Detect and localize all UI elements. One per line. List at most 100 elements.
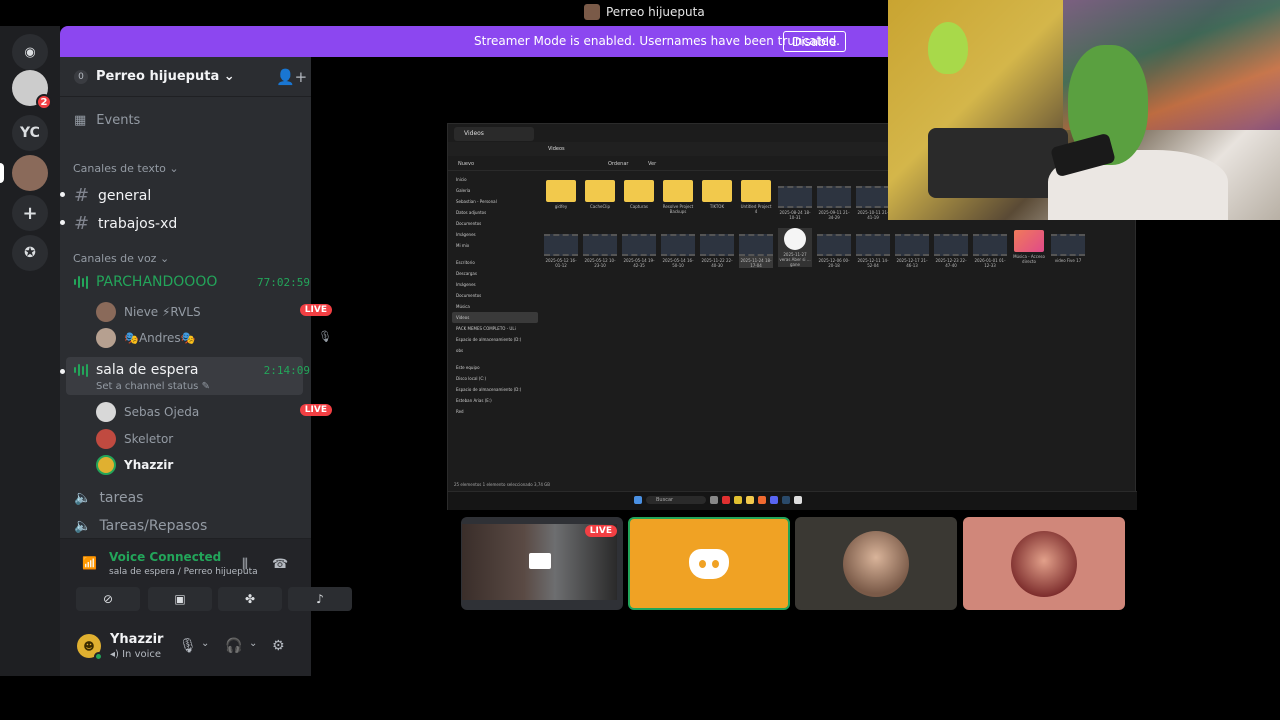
sidebar-item[interactable]: Imágenes	[452, 279, 538, 290]
participant-tile[interactable]	[963, 517, 1125, 610]
headphones-icon[interactable]: 🎧	[225, 638, 242, 654]
video-tile[interactable]: video Five 17	[1051, 234, 1085, 263]
video-tile[interactable]: 2025-10-11 21-41-19	[856, 186, 890, 220]
explorer-icon[interactable]	[746, 496, 754, 504]
video-tile-selected[interactable]: 2025-11-24 18-17-04	[739, 234, 773, 268]
channel-status[interactable]: Set a channel status ✎	[96, 381, 347, 392]
discover-button[interactable]: ✪	[12, 235, 48, 271]
sidebar-item[interactable]: Espacio de almacenamiento (D:)	[452, 334, 538, 345]
sidebar-item[interactable]: Videos	[452, 312, 538, 323]
sidebar-item[interactable]: Escritorio	[452, 257, 538, 268]
server-current[interactable]	[0, 155, 48, 191]
video-tile[interactable]: 2025-09-11 21-34-29	[817, 186, 851, 220]
new-button[interactable]: Nuevo	[458, 161, 474, 167]
video-tile[interactable]: 2026-01-01 01-12-33	[973, 234, 1007, 268]
video-tile[interactable]: 2025-12-06 00-20-18	[817, 234, 851, 268]
sidebar-item[interactable]: Documentos	[452, 218, 538, 229]
user-name[interactable]: Yhazzir	[110, 632, 163, 647]
voice-channel-sala-de-espera[interactable]: sala de espera 2:14:09	[60, 362, 325, 378]
voice-channel-tareas-repasos[interactable]: 🔈 Tareas/Repasos	[74, 518, 325, 534]
sidebar-item[interactable]: Este equipo	[452, 362, 538, 373]
sidebar-item[interactable]: Imágenes	[452, 229, 538, 240]
voice-channel-tareas[interactable]: 🔈 tareas	[74, 490, 325, 506]
chrome-icon[interactable]	[734, 496, 742, 504]
sidebar-item[interactable]: Espacio de almacenamiento (D:)	[452, 384, 538, 395]
guild-header[interactable]: 0 Perreo hijueputa ⌄ 👤+	[60, 57, 311, 97]
video-tile[interactable]: 2025-12-23 22-47-40	[934, 234, 968, 268]
sidebar-item[interactable]: obs	[452, 345, 538, 356]
dm-avatar-button[interactable]: 2	[12, 70, 52, 110]
activities-button[interactable]: ✤	[218, 587, 282, 611]
taskbar-search[interactable]: Buscar	[646, 496, 706, 504]
events-link[interactable]: ▦ Events	[74, 113, 325, 128]
brave-icon[interactable]	[758, 496, 766, 504]
camera-off-button[interactable]: ⊘	[76, 587, 140, 611]
folder-tile[interactable]: TIKTOK	[700, 180, 734, 209]
voice-user[interactable]: Yhazzir	[96, 455, 347, 475]
voice-user[interactable]: Skeletor	[96, 429, 347, 449]
steam-icon[interactable]	[782, 496, 790, 504]
video-tile[interactable]: 2025-11-27 veras Aber si ... gane	[778, 228, 812, 267]
folder-tile[interactable]: gidfey	[544, 180, 578, 209]
category-voice[interactable]: Canales de voz ⌄	[73, 252, 324, 265]
explorer-tab[interactable]: Videos	[454, 127, 534, 141]
folder-tile[interactable]: Capturas	[622, 180, 656, 209]
video-tile[interactable]: 2025-08-24 18-10-31	[778, 186, 812, 220]
folder-tile[interactable]: Untitled Project 4	[739, 180, 773, 214]
video-tile[interactable]: 2025-12-17 21-46-13	[895, 234, 929, 268]
microphone-icon[interactable]: 🎙	[179, 638, 197, 654]
voice-location[interactable]: sala de espera / Perreo hijueputa	[109, 567, 258, 577]
server-yc[interactable]: YC	[12, 115, 48, 151]
channel-trabajos-xd[interactable]: # trabajos-xd	[60, 213, 325, 234]
voice-channel-parchandoooo[interactable]: PARCHANDOOOO 77:02:59	[74, 274, 325, 290]
video-tile[interactable]: 2025-05-12 16-01-12	[544, 234, 578, 268]
voice-status[interactable]: Voice Connected	[109, 550, 221, 564]
video-tile[interactable]: 2025-11-22 22-40-30	[700, 234, 734, 268]
share-screen-button[interactable]: ▣	[148, 587, 212, 611]
sort-button[interactable]: Ordenar	[608, 161, 628, 167]
sidebar-item[interactable]: Datos adjuntos	[452, 207, 538, 218]
address-bar[interactable]: Videos	[548, 146, 565, 152]
sidebar-item[interactable]: Disco local (C:)	[452, 373, 538, 384]
video-tile[interactable]: 2025-05-12 10-23-10	[583, 234, 617, 268]
add-server-button[interactable]: +	[12, 195, 48, 231]
shortcut-tile[interactable]: Música - Acceso directo	[1012, 230, 1046, 264]
start-icon[interactable]	[634, 496, 642, 504]
participant-tile[interactable]	[795, 517, 957, 610]
video-tile[interactable]: 2025-05-14 19-42-35	[622, 234, 656, 268]
voice-user[interactable]: Sebas Ojeda LIVE	[96, 402, 347, 422]
obs-icon[interactable]	[794, 496, 802, 504]
guild-name[interactable]: Perreo hijueputa ⌄	[96, 69, 235, 84]
chevron-down-icon[interactable]: ⌄	[201, 638, 209, 649]
voice-user[interactable]: Nieve ⚡RVLS LIVE	[96, 302, 347, 322]
view-button[interactable]: Ver	[648, 161, 656, 167]
video-tile[interactable]: 2025-12-11 14-52-04	[856, 234, 890, 268]
discord-home-button[interactable]: ◉	[12, 34, 48, 70]
sidebar-item[interactable]: PACK MEMES COMPLETO - ULi	[452, 323, 538, 334]
noise-suppression-icon[interactable]: ⫼	[242, 557, 248, 572]
participant-tile-stream[interactable]: LIVE	[461, 517, 623, 610]
video-tile[interactable]: 2025-05-14 16-50-10	[661, 234, 695, 268]
sidebar-item[interactable]: Galería	[452, 185, 538, 196]
folder-tile[interactable]: Resolve Project Backups	[661, 180, 695, 214]
chevron-down-icon[interactable]: ⌄	[249, 638, 257, 649]
voice-user[interactable]: 🎭Andres🎭 🎙	[96, 328, 347, 348]
disable-button[interactable]: Disable	[783, 31, 846, 52]
task-view-icon[interactable]	[710, 496, 718, 504]
disconnect-icon[interactable]: ☎	[272, 557, 288, 572]
channel-general[interactable]: # general	[60, 185, 325, 206]
gear-icon[interactable]: ⚙	[272, 638, 285, 654]
folder-tile[interactable]: CacheClip	[583, 180, 617, 209]
sidebar-item[interactable]: Música	[452, 301, 538, 312]
opera-icon[interactable]	[722, 496, 730, 504]
discord-icon[interactable]	[770, 496, 778, 504]
invite-icon[interactable]: 👤+	[276, 68, 307, 86]
sidebar-item[interactable]: Mi mix	[452, 240, 538, 251]
sidebar-item[interactable]: Descargas	[452, 268, 538, 279]
sidebar-item[interactable]: Red	[452, 406, 538, 417]
soundboard-button[interactable]: ♪	[288, 587, 352, 611]
sidebar-item[interactable]: Sebastian - Personal	[452, 196, 538, 207]
sidebar-item[interactable]: Inicio	[452, 174, 538, 185]
sidebar-item[interactable]: Esteban Arias (E:)	[452, 395, 538, 406]
sidebar-item[interactable]: Documentos	[452, 290, 538, 301]
